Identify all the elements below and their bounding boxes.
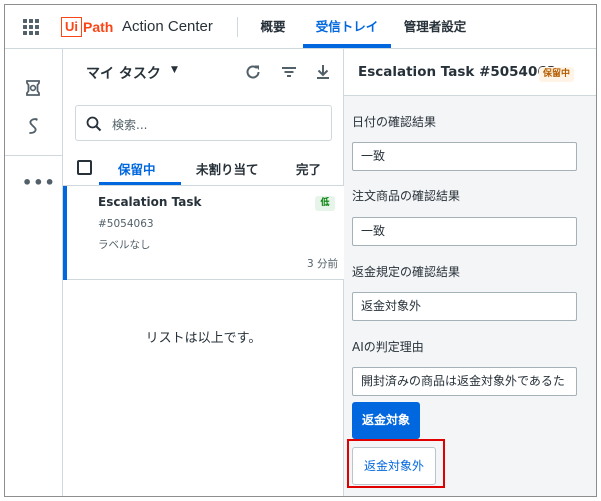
top-bar: Ui Path Action Center 概要 受信トレイ 管理者設定 xyxy=(5,5,596,49)
end-of-list-text: リストは以上です。 xyxy=(145,331,262,346)
nav-tab-overview[interactable]: 概要 xyxy=(249,5,297,49)
header-divider xyxy=(237,17,238,37)
left-rail: ••• xyxy=(5,49,63,496)
task-time: 3 分前 xyxy=(306,258,338,270)
date-check-field[interactable]: 一致 xyxy=(352,142,577,171)
status-badge: 保留中 xyxy=(539,67,575,82)
detail-title: Escalation Task #5054063 xyxy=(358,64,557,80)
refund-policy-field[interactable]: 返金対象外 xyxy=(352,292,577,321)
tasks-icon[interactable] xyxy=(22,77,44,99)
uipath-logo-box: Ui xyxy=(61,17,82,37)
selected-indicator xyxy=(63,186,67,280)
detail-header: Escalation Task #5054063 保留中 xyxy=(344,49,596,96)
priority-badge: 低 xyxy=(315,196,335,211)
highlight-box xyxy=(347,439,445,488)
task-id: #5054063 xyxy=(98,218,154,230)
refund-policy-label: 返金規定の確認結果 xyxy=(352,265,461,279)
app-window: Ui Path Action Center 概要 受信トレイ 管理者設定 •••… xyxy=(4,4,597,497)
search-icon xyxy=(86,116,102,132)
refresh-icon[interactable] xyxy=(243,62,263,82)
date-check-label: 日付の確認結果 xyxy=(352,115,437,129)
search-placeholder: 検索... xyxy=(112,118,148,132)
ai-reason-field[interactable]: 開封済みの商品は返金対象外であるた xyxy=(352,367,577,396)
refund-eligible-button[interactable]: 返金対象 xyxy=(352,402,420,439)
task-detail-panel: Escalation Task #5054063 保留中 日付の確認結果 一致 … xyxy=(344,49,596,496)
tab-unassigned[interactable]: 未割り当て xyxy=(196,159,259,178)
task-list-item[interactable]: Escalation Task 低 #5054063 ラベルなし 3 分前 xyxy=(63,186,344,280)
item-check-label: 注文商品の確認結果 xyxy=(352,189,461,203)
download-icon[interactable] xyxy=(313,62,333,82)
more-options-icon[interactable]: ••• xyxy=(22,173,56,192)
select-all-checkbox[interactable] xyxy=(77,160,92,175)
task-list-title[interactable]: マイ タスク xyxy=(86,63,161,83)
uipath-logo-text: Path xyxy=(83,19,114,35)
rail-divider xyxy=(5,155,63,156)
task-name: Escalation Task xyxy=(98,195,202,209)
app-launcher-icon[interactable] xyxy=(23,19,39,35)
task-label: ラベルなし xyxy=(98,239,151,251)
search-input[interactable]: 検索... xyxy=(75,105,332,141)
actions-icon[interactable] xyxy=(22,115,44,137)
nav-active-indicator xyxy=(303,44,391,48)
item-check-field[interactable]: 一致 xyxy=(352,217,577,246)
tab-pending[interactable]: 保留中 xyxy=(118,159,156,178)
nav-tab-inbox[interactable]: 受信トレイ xyxy=(303,5,391,49)
app-title: Action Center xyxy=(122,18,213,35)
ai-reason-label: AIの判定理由 xyxy=(352,340,424,354)
tab-completed[interactable]: 完了 xyxy=(296,159,321,178)
nav-tab-admin-settings[interactable]: 管理者設定 xyxy=(397,5,473,49)
task-list-panel: マイ タスク ▼ 検索... 保留中 未割り当て 完了 Escalation T… xyxy=(63,49,344,496)
filter-icon[interactable] xyxy=(279,62,299,82)
chevron-down-icon[interactable]: ▼ xyxy=(171,65,178,75)
